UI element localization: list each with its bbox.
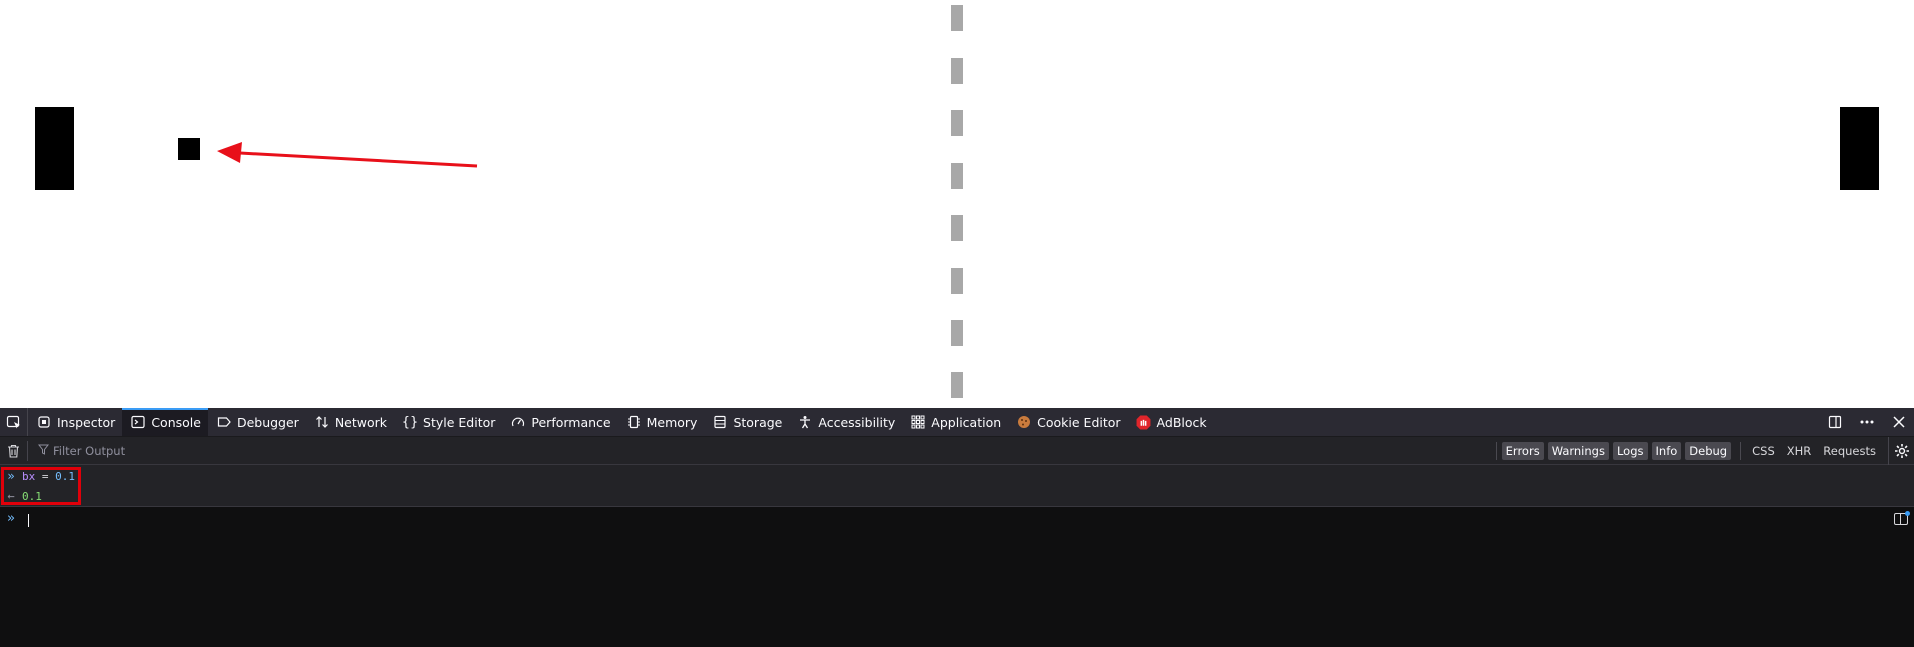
more-options-button[interactable]: [1858, 413, 1876, 431]
tab-adblock[interactable]: AdBlock: [1128, 408, 1214, 436]
result-value: 0.1: [22, 489, 42, 503]
memory-icon: [626, 414, 642, 430]
close-devtools-button[interactable]: [1890, 413, 1908, 431]
tab-network[interactable]: Network: [306, 408, 394, 436]
net-dash: [951, 110, 963, 136]
filter-info-toggle[interactable]: Info: [1651, 441, 1682, 460]
tab-label: Network: [334, 414, 388, 430]
tab-debugger[interactable]: Debugger: [208, 408, 306, 436]
tab-cookie-editor[interactable]: Cookie Editor: [1008, 408, 1127, 436]
tab-label: Storage: [733, 414, 783, 430]
tab-label: Debugger: [236, 414, 299, 430]
tab-label: Inspector: [57, 414, 116, 430]
divider: [1740, 441, 1742, 460]
tab-accessibility[interactable]: Accessibility: [789, 408, 902, 436]
inspector-icon: [36, 414, 52, 430]
storage-icon: [712, 414, 728, 430]
close-icon: [1893, 416, 1905, 428]
style-editor-icon: {}: [401, 414, 419, 430]
net-dash: [951, 372, 963, 398]
ball: [178, 138, 200, 160]
tab-performance[interactable]: Performance: [502, 408, 617, 436]
devtools-toolbar: Inspector Console Debugger Network {} St…: [0, 408, 1914, 437]
tab-label: AdBlock: [1156, 414, 1207, 430]
filter-css-toggle[interactable]: CSS: [1746, 444, 1781, 458]
element-picker-button[interactable]: [0, 408, 28, 436]
filter-logs-toggle[interactable]: Logs: [1612, 441, 1648, 460]
filter-requests-toggle[interactable]: Requests: [1817, 444, 1882, 458]
console-input[interactable]: »: [0, 507, 1914, 647]
tab-label: Style Editor: [423, 414, 496, 430]
console-command-entry[interactable]: » bx = 0.1: [0, 466, 75, 486]
console-filter-bar: Errors Warnings Logs Info Debug CSS XHR …: [0, 436, 1914, 465]
cookie-icon: [1016, 414, 1032, 430]
arrow-left-icon: ←: [7, 489, 15, 503]
log-level-filters: Errors Warnings Logs Info Debug CSS XHR …: [1491, 436, 1914, 465]
tab-label: Accessibility: [818, 414, 896, 430]
tab-label: Application: [931, 414, 1002, 430]
dock-icon: [1828, 415, 1842, 429]
tab-label: Console: [151, 414, 201, 430]
filter-debug-toggle[interactable]: Debug: [1685, 441, 1732, 460]
center-net: [951, 0, 963, 408]
accessibility-icon: [797, 414, 813, 430]
chevron-right-double-icon: »: [7, 469, 15, 483]
clear-console-button[interactable]: [0, 440, 28, 461]
command-value: 0.1: [55, 469, 75, 483]
divider: [1495, 441, 1497, 460]
tab-storage[interactable]: Storage: [704, 408, 789, 436]
filter-xhr-toggle[interactable]: XHR: [1781, 444, 1818, 458]
tab-label: Cookie Editor: [1037, 414, 1121, 430]
tab-inspector[interactable]: Inspector: [28, 408, 122, 436]
ellipsis-icon: [1860, 420, 1874, 424]
command-identifier: bx: [22, 469, 36, 483]
net-dash: [951, 215, 963, 241]
net-dash: [951, 5, 963, 31]
console-output: » bx = 0.1 ← 0.1: [0, 465, 1914, 507]
filter-icon: [37, 444, 50, 458]
debugger-icon: [216, 414, 232, 430]
tab-memory[interactable]: Memory: [618, 408, 705, 436]
command-operator: =: [35, 469, 56, 483]
tab-console[interactable]: Console: [122, 408, 208, 436]
pong-game-canvas: [0, 0, 1914, 408]
toolbox-controls: [1826, 408, 1914, 436]
editor-mode-toggle-icon[interactable]: [1894, 511, 1910, 525]
performance-icon: [510, 414, 526, 430]
devtools-panel: Inspector Console Debugger Network {} St…: [0, 408, 1914, 647]
left-paddle: [35, 107, 74, 190]
net-dash: [951, 58, 963, 84]
net-dash: [951, 320, 963, 346]
net-dash: [951, 268, 963, 294]
right-paddle: [1840, 107, 1879, 190]
tab-label: Performance: [531, 414, 611, 430]
text-caret: [28, 514, 29, 527]
gear-icon: [1894, 443, 1909, 458]
tab-application[interactable]: Application: [902, 408, 1008, 436]
console-result-entry[interactable]: ← 0.1: [0, 486, 42, 506]
adblock-icon: [1136, 414, 1152, 430]
network-icon: [314, 414, 330, 430]
filter-warnings-toggle[interactable]: Warnings: [1547, 441, 1609, 460]
element-picker-icon: [6, 415, 20, 429]
application-icon: [910, 414, 926, 430]
net-dash: [951, 163, 963, 189]
chevron-right-double-icon: »: [7, 511, 15, 526]
dock-side-button[interactable]: [1826, 413, 1844, 431]
tab-label: Memory: [646, 414, 698, 430]
filter-output-input[interactable]: [53, 443, 353, 458]
filter-errors-toggle[interactable]: Errors: [1501, 441, 1544, 460]
console-settings-button[interactable]: [1888, 436, 1914, 465]
tab-style-editor[interactable]: {} Style Editor: [394, 408, 502, 436]
trash-icon: [8, 444, 19, 458]
console-icon: [130, 414, 146, 430]
